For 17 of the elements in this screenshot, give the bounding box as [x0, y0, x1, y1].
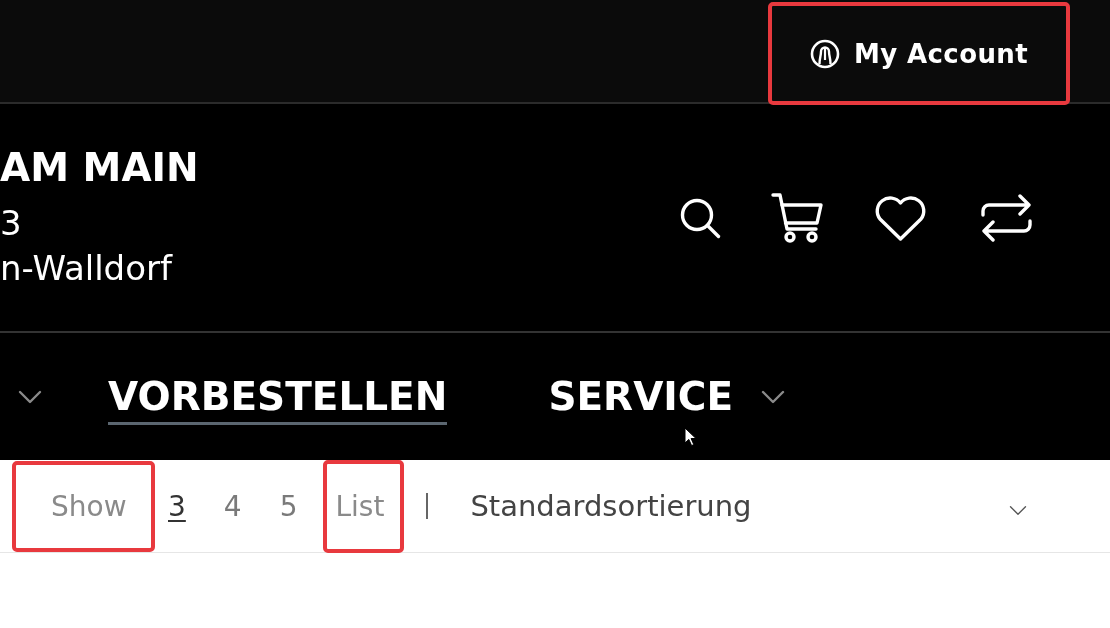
column-option[interactable]: 3 [168, 489, 186, 523]
swap-arrows-icon[interactable] [978, 192, 1035, 243]
address-line: 3 [0, 202, 23, 245]
column-option[interactable]: 5 [279, 489, 298, 523]
cart-icon[interactable] [771, 192, 823, 243]
store-name: AM MAIN [0, 145, 199, 191]
mouse-cursor-icon [684, 427, 697, 447]
search-icon[interactable] [679, 196, 721, 239]
column-option[interactable]: 4 [223, 489, 242, 523]
account-button[interactable]: My Account [768, 2, 1070, 105]
user-circle-icon [809, 38, 840, 69]
show-label: Show [12, 460, 155, 552]
nav-link[interactable]: SERVICE [548, 374, 786, 425]
nav-link[interactable]: VORBESTELLEN [108, 374, 448, 425]
heart-icon[interactable] [873, 193, 928, 242]
address-line: n-Walldorf [0, 247, 174, 290]
chevron-down-icon [1009, 504, 1028, 516]
